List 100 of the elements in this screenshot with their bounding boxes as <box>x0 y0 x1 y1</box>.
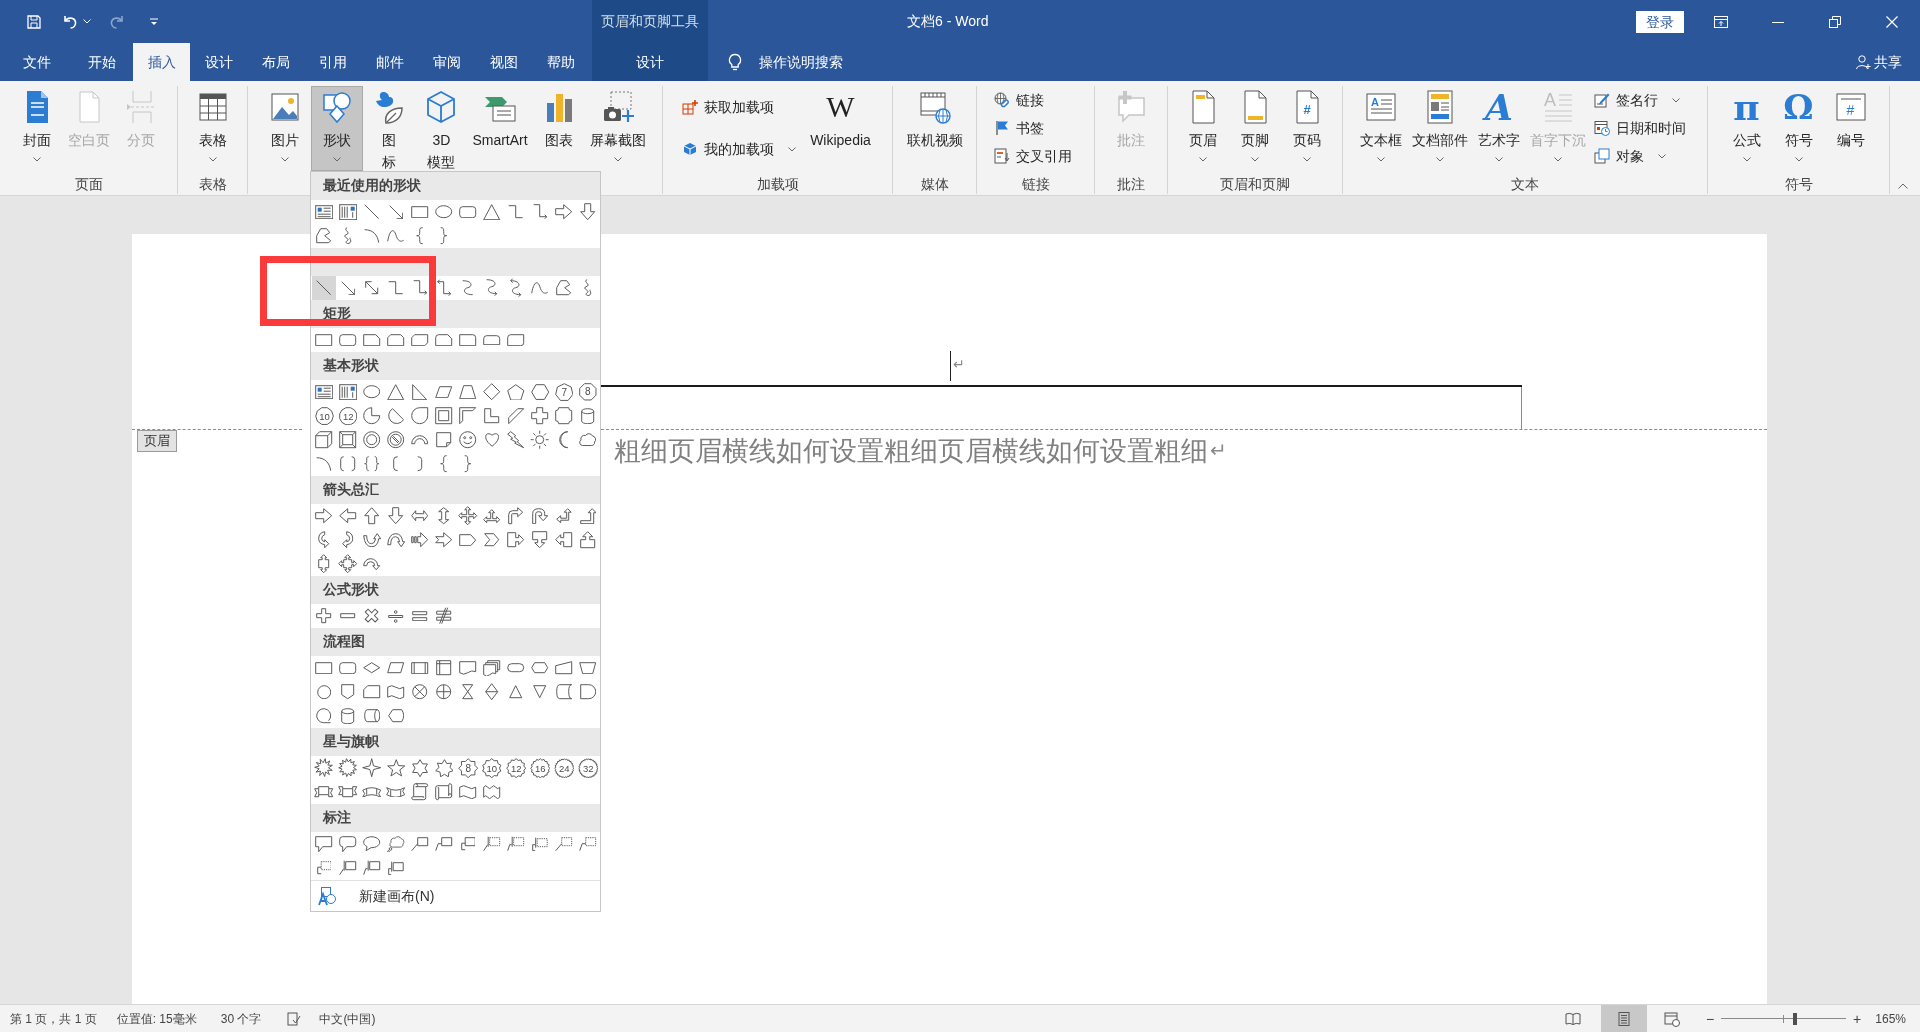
smartart-button[interactable]: SmartArt <box>467 86 533 171</box>
multi-document-icon[interactable] <box>483 659 501 677</box>
right-brace-icon[interactable] <box>440 227 448 245</box>
borderless-callout-icon[interactable] <box>579 836 597 852</box>
manual-operation-icon[interactable] <box>579 661 597 675</box>
left-arrow-icon[interactable] <box>339 508 357 524</box>
rounded-rectangle-icon[interactable] <box>339 333 357 347</box>
restore-icon[interactable] <box>1826 13 1843 30</box>
bent-up-arrow-icon[interactable] <box>579 507 597 525</box>
right-triangle-icon[interactable] <box>412 383 428 401</box>
language-indicator[interactable]: 中文(中国) <box>319 1009 376 1028</box>
page-number-button[interactable]: # 页码 <box>1281 86 1333 171</box>
accent-border-callout-icon[interactable] <box>363 860 381 876</box>
ribbon-tab[interactable]: 设计 <box>190 43 247 81</box>
half-frame-icon[interactable] <box>459 407 477 425</box>
crescent-moon-icon[interactable] <box>559 431 569 449</box>
elbow-connector-icon[interactable] <box>508 205 524 219</box>
display-shape-icon[interactable] <box>387 709 405 723</box>
block-arc-icon[interactable] <box>411 435 429 445</box>
triangle-icon[interactable] <box>483 203 501 221</box>
right-bracket-icon[interactable] <box>417 456 423 472</box>
my-add-ins-button[interactable]: 我的加载项 <box>679 137 800 161</box>
zoom-out-button[interactable]: − <box>1705 1011 1715 1026</box>
cloud-icon[interactable] <box>579 433 597 447</box>
equal-icon[interactable] <box>412 610 428 622</box>
up-arrow-icon[interactable] <box>364 507 380 525</box>
accent-callout-icon[interactable] <box>532 836 548 852</box>
right-arrow-icon[interactable] <box>315 508 333 524</box>
double-bracket-icon[interactable] <box>340 456 356 472</box>
accent-border-callout-icon[interactable] <box>339 860 357 876</box>
signature-line-button[interactable]: 签名行 <box>1591 88 1683 112</box>
line-callout-icon[interactable] <box>411 836 429 852</box>
card-icon[interactable] <box>363 685 381 699</box>
merge-triangle-icon[interactable] <box>533 685 547 699</box>
undo-icon[interactable] <box>62 13 78 30</box>
accent-border-callout-icon[interactable] <box>388 860 404 876</box>
horizontal-cylinder-icon[interactable] <box>363 709 381 723</box>
hexagon-icon[interactable] <box>530 383 550 401</box>
up-down-arrow-callout-icon[interactable] <box>318 554 330 574</box>
heptagon-icon[interactable]: 7 <box>554 382 574 402</box>
borderless-callout-icon[interactable] <box>316 861 332 875</box>
shape-option[interactable] <box>312 276 336 300</box>
share-button[interactable]: 共享 <box>1855 51 1902 73</box>
vertical-text-box-icon[interactable] <box>338 203 358 221</box>
vertical-text-box-icon[interactable] <box>338 383 358 401</box>
or-junction-icon[interactable] <box>436 684 452 700</box>
cylinder-icon[interactable] <box>341 707 355 725</box>
oval-icon[interactable] <box>363 385 381 399</box>
elbow-double-arrow-icon[interactable] <box>436 279 452 297</box>
scribble-icon[interactable] <box>584 279 592 297</box>
3d-models-button[interactable]: 3D 模型 <box>415 86 468 171</box>
freeform-icon[interactable] <box>556 280 572 296</box>
pictures-button[interactable]: 图片 <box>259 86 312 171</box>
sixteen-point-star-icon[interactable]: 16 <box>529 757 551 779</box>
zoom-slider[interactable] <box>1721 1012 1847 1025</box>
save-icon[interactable] <box>26 13 42 30</box>
ribbon-display-options-icon[interactable] <box>1712 13 1729 30</box>
icons-button[interactable]: 图 标 <box>363 86 416 171</box>
cloud-callout-icon[interactable] <box>387 835 405 853</box>
u-turn-arrow-icon[interactable] <box>531 507 549 525</box>
ribbon-tab[interactable]: 邮件 <box>361 43 418 81</box>
tell-me-button[interactable]: 操作说明搜索 <box>727 51 843 73</box>
cylinder-icon[interactable] <box>581 407 595 425</box>
left-brace-icon[interactable] <box>416 227 424 245</box>
three-way-arrow-icon[interactable] <box>483 508 501 524</box>
zoom-in-button[interactable]: + <box>1853 1011 1862 1026</box>
oval-callout-icon[interactable] <box>363 836 381 852</box>
bookmark-button[interactable]: 书签 <box>990 116 1047 140</box>
rounded-rectangle-icon[interactable] <box>459 205 477 219</box>
teardrop-icon[interactable] <box>411 407 429 425</box>
object-button[interactable]: 对象 <box>1591 144 1669 168</box>
arc-icon[interactable] <box>316 456 332 472</box>
plaque-icon[interactable] <box>555 407 573 425</box>
online-video-button[interactable]: 联机视频 <box>901 86 968 171</box>
ribbon-tab[interactable]: 引用 <box>304 43 361 81</box>
ribbon-tab[interactable]: 布局 <box>247 43 304 81</box>
collapse-caret-icon[interactable] <box>1898 183 1908 189</box>
scribble-icon[interactable] <box>344 227 352 245</box>
borderless-callout-icon[interactable] <box>555 836 573 852</box>
five-point-star-icon[interactable] <box>386 759 406 777</box>
word-count[interactable]: 30 个字 <box>220 1009 262 1028</box>
left-arrow-callout-icon[interactable] <box>555 532 573 548</box>
curved-up-arrow-icon[interactable] <box>362 532 382 548</box>
equation-button[interactable]: π 公式 <box>1720 86 1773 171</box>
text-box-button[interactable]: A 文本框 <box>1355 86 1407 171</box>
no-symbol-icon[interactable] <box>387 431 405 449</box>
left-right-arrow-icon[interactable] <box>411 510 429 522</box>
cube-icon[interactable] <box>315 431 333 449</box>
wikipedia-button[interactable]: W Wikipedia <box>805 86 876 171</box>
curved-connector-icon[interactable] <box>462 280 474 296</box>
zoom-percent[interactable]: 165% <box>1875 1009 1906 1028</box>
right-arrow-icon[interactable] <box>555 204 573 220</box>
extract-triangle-icon[interactable] <box>509 685 523 699</box>
ribbon-banner-icon[interactable] <box>314 786 334 798</box>
double-brace-icon[interactable] <box>364 456 380 472</box>
stored-data-icon[interactable] <box>555 684 573 700</box>
ribbon-tab[interactable]: 文件 <box>4 43 70 81</box>
double-arrow-line-icon[interactable] <box>365 281 379 295</box>
six-point-star-icon[interactable] <box>411 758 429 778</box>
heart-icon[interactable] <box>484 433 500 447</box>
